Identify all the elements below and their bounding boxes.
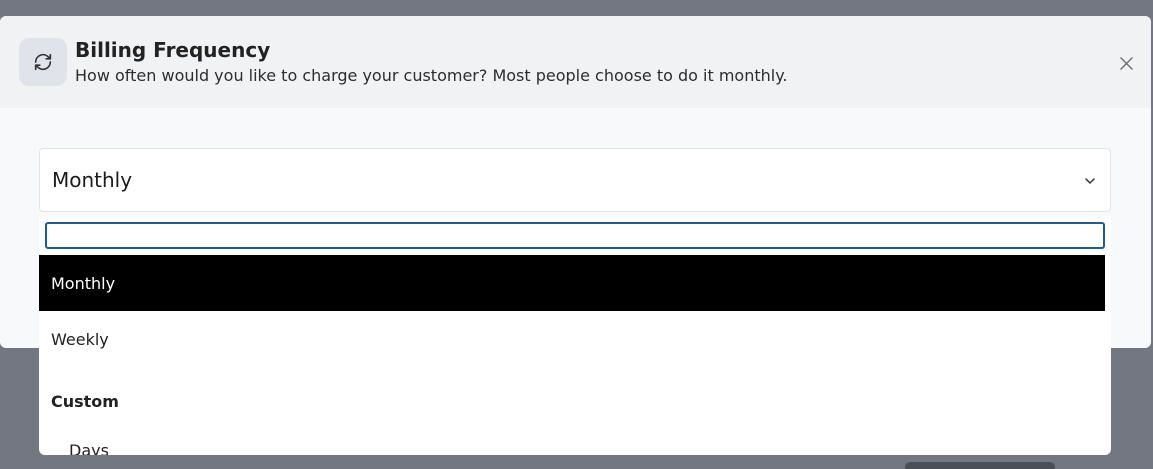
billing-frequency-select[interactable]: Monthly xyxy=(39,148,1111,212)
select-dropdown: Monthly Weekly Custom Days xyxy=(39,216,1111,455)
modal-subtitle: How often would you like to charge your … xyxy=(75,66,788,85)
option-weekly[interactable]: Weekly xyxy=(39,311,1105,367)
option-monthly[interactable]: Monthly xyxy=(39,255,1105,311)
chevron-down-icon xyxy=(1085,178,1095,184)
option-label: Weekly xyxy=(51,329,109,349)
modal-title: Billing Frequency xyxy=(75,38,271,62)
option-group-custom: Custom xyxy=(51,392,119,411)
dropdown-search-input[interactable] xyxy=(45,222,1105,249)
close-icon xyxy=(1119,56,1133,70)
select-value: Monthly xyxy=(52,168,133,192)
option-days[interactable]: Days xyxy=(39,422,1105,456)
modal-header: Billing Frequency How often would you li… xyxy=(0,16,1151,108)
refresh-icon xyxy=(19,38,67,86)
background-panel-edge xyxy=(905,462,1055,469)
option-label: Monthly xyxy=(51,273,116,293)
option-label: Days xyxy=(69,440,109,456)
close-button[interactable] xyxy=(1115,52,1137,74)
